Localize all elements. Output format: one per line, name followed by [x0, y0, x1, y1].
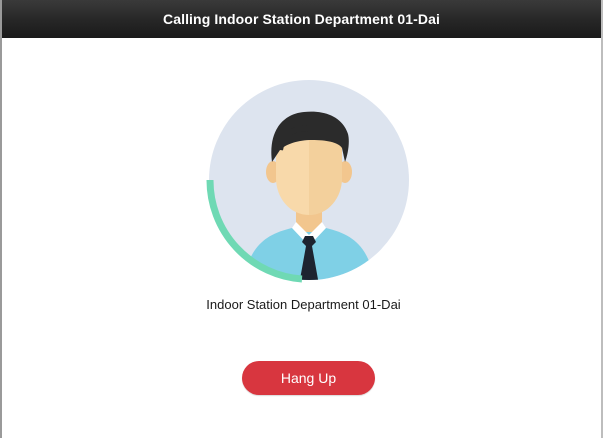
- callee-name: Indoor Station Department 01-Dai: [206, 297, 401, 312]
- user-avatar-icon: [206, 80, 409, 283]
- hang-up-button[interactable]: Hang Up: [242, 361, 375, 395]
- avatar: [192, 70, 422, 300]
- window-title: Calling Indoor Station Department 01-Dai: [2, 0, 601, 38]
- calling-window: Calling Indoor Station Department 01-Dai: [0, 0, 603, 438]
